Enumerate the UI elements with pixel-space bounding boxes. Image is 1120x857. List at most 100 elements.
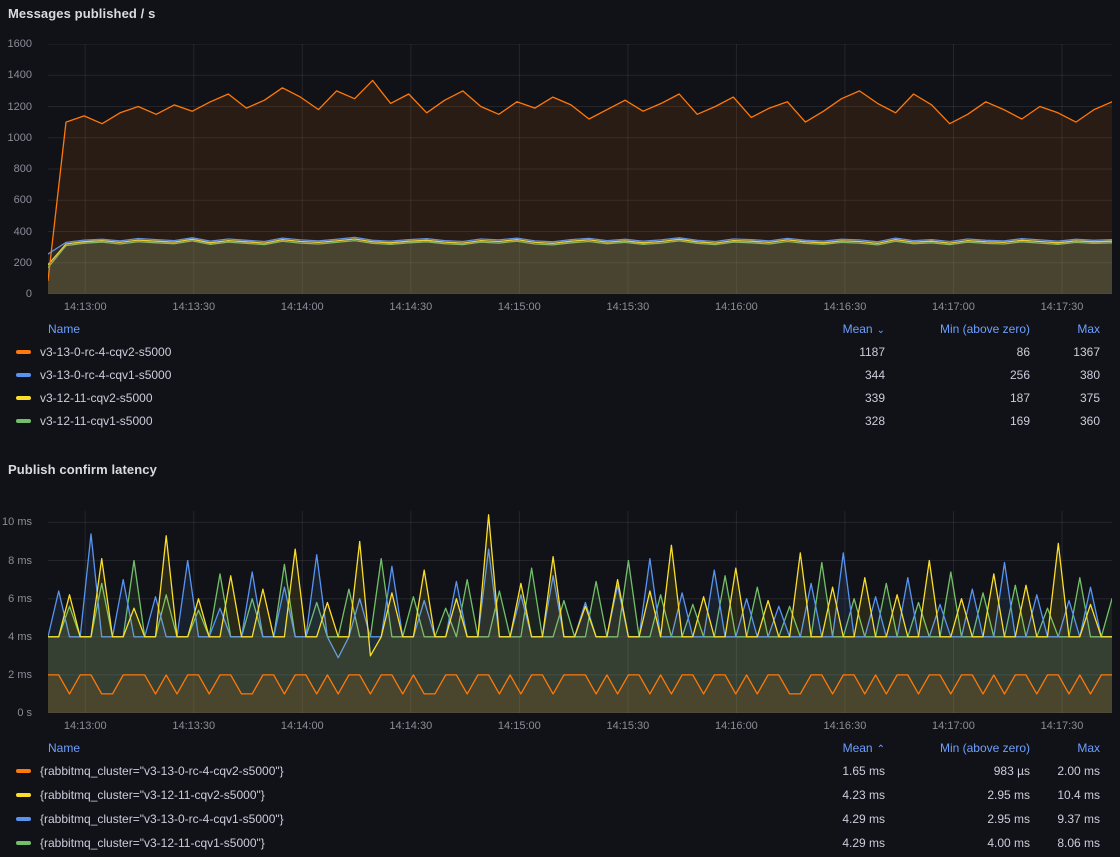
y-tick-label: 10 ms xyxy=(2,515,32,529)
x-tick-label: 14:14:00 xyxy=(262,719,342,733)
chart-canvas xyxy=(48,44,1112,294)
y-tick-label: 2 ms xyxy=(8,668,32,682)
timeseries-plot[interactable] xyxy=(48,511,1112,713)
legend-mean-value: 4.29 ms xyxy=(755,836,885,850)
legend-table: Name Mean⌄ Min (above zero) Max v3-13-0-… xyxy=(0,318,1120,432)
series-color-icon[interactable] xyxy=(16,769,31,773)
y-axis-labels: 0 s2 ms4 ms6 ms8 ms10 ms xyxy=(0,511,40,713)
legend-header: Name Mean⌄ Min (above zero) Max xyxy=(0,318,1120,340)
series-color-icon[interactable] xyxy=(16,350,31,354)
x-tick-label: 14:14:00 xyxy=(262,300,342,314)
x-tick-label: 14:13:30 xyxy=(154,719,234,733)
x-tick-label: 14:15:30 xyxy=(588,300,668,314)
legend-mean-value: 4.23 ms xyxy=(755,788,885,802)
timeseries-plot[interactable] xyxy=(48,44,1112,294)
y-tick-label: 0 xyxy=(26,287,32,301)
x-axis-labels: 14:13:0014:13:3014:14:0014:14:3014:15:00… xyxy=(48,300,1112,316)
series-color-icon[interactable] xyxy=(16,841,31,845)
y-tick-label: 800 xyxy=(14,162,32,176)
chart-canvas xyxy=(48,511,1112,713)
legend-row[interactable]: {rabbitmq_cluster="v3-12-11-cqv2-s5000"}… xyxy=(0,783,1120,807)
x-tick-label: 14:14:30 xyxy=(371,719,451,733)
legend-min-value: 169 xyxy=(885,414,1030,428)
y-tick-label: 600 xyxy=(14,193,32,207)
legend-series-name[interactable]: v3-12-11-cqv1-s5000 xyxy=(40,414,755,428)
legend-max-value: 1367 xyxy=(1030,345,1100,359)
legend-max-value: 10.4 ms xyxy=(1030,788,1100,802)
series-color-icon[interactable] xyxy=(16,396,31,400)
series-color-icon[interactable] xyxy=(16,793,31,797)
legend-mean-value: 1.65 ms xyxy=(755,764,885,778)
legend-rows: v3-13-0-rc-4-cqv2-s50001187861367v3-13-0… xyxy=(0,340,1120,432)
series-color-icon[interactable] xyxy=(16,373,31,377)
legend-header-mean-label: Mean xyxy=(843,322,873,336)
y-tick-label: 8 ms xyxy=(8,554,32,568)
legend-min-value: 2.95 ms xyxy=(885,788,1030,802)
legend-series-name[interactable]: {rabbitmq_cluster="v3-13-0-rc-4-cqv1-s50… xyxy=(40,812,755,826)
legend-max-value: 9.37 ms xyxy=(1030,812,1100,826)
x-tick-label: 14:13:00 xyxy=(45,719,125,733)
legend-row[interactable]: {rabbitmq_cluster="v3-13-0-rc-4-cqv1-s50… xyxy=(0,807,1120,831)
legend-series-name[interactable]: {rabbitmq_cluster="v3-12-11-cqv2-s5000"} xyxy=(40,788,755,802)
legend-min-value: 86 xyxy=(885,345,1030,359)
x-tick-label: 14:15:00 xyxy=(479,719,559,733)
legend-row[interactable]: v3-13-0-rc-4-cqv1-s5000344256380 xyxy=(0,363,1120,386)
legend-row[interactable]: v3-12-11-cqv1-s5000328169360 xyxy=(0,409,1120,432)
y-tick-label: 400 xyxy=(14,225,32,239)
legend-header-min[interactable]: Min (above zero) xyxy=(885,741,1030,755)
legend-max-value: 380 xyxy=(1030,368,1100,382)
legend-row[interactable]: v3-12-11-cqv2-s5000339187375 xyxy=(0,386,1120,409)
x-tick-label: 14:15:30 xyxy=(588,719,668,733)
legend-max-value: 8.06 ms xyxy=(1030,836,1100,850)
legend-mean-value: 1187 xyxy=(755,345,885,359)
legend-min-value: 187 xyxy=(885,391,1030,405)
legend-min-value: 4.00 ms xyxy=(885,836,1030,850)
legend-max-value: 360 xyxy=(1030,414,1100,428)
x-tick-label: 14:16:00 xyxy=(696,719,776,733)
legend-header-mean[interactable]: Mean⌄ xyxy=(755,322,885,336)
legend-header-mean-label: Mean xyxy=(843,741,873,755)
x-tick-label: 14:13:00 xyxy=(45,300,125,314)
x-tick-label: 14:14:30 xyxy=(371,300,451,314)
legend-series-name[interactable]: {rabbitmq_cluster="v3-13-0-rc-4-cqv2-s50… xyxy=(40,764,755,778)
series-color-icon[interactable] xyxy=(16,419,31,423)
y-tick-label: 0 s xyxy=(17,706,32,720)
legend-header-name[interactable]: Name xyxy=(48,741,755,755)
legend-rows: {rabbitmq_cluster="v3-13-0-rc-4-cqv2-s50… xyxy=(0,759,1120,855)
x-tick-label: 14:16:30 xyxy=(805,300,885,314)
legend-header-min[interactable]: Min (above zero) xyxy=(885,322,1030,336)
legend-row[interactable]: {rabbitmq_cluster="v3-13-0-rc-4-cqv2-s50… xyxy=(0,759,1120,783)
panel-title: Publish confirm latency xyxy=(8,462,157,477)
legend-table: Name Mean⌃ Min (above zero) Max {rabbitm… xyxy=(0,737,1120,855)
y-tick-label: 200 xyxy=(14,256,32,270)
legend-series-name[interactable]: v3-12-11-cqv2-s5000 xyxy=(40,391,755,405)
legend-series-name[interactable]: {rabbitmq_cluster="v3-12-11-cqv1-s5000"} xyxy=(40,836,755,850)
legend-series-name[interactable]: v3-13-0-rc-4-cqv1-s5000 xyxy=(40,368,755,382)
legend-header-mean[interactable]: Mean⌃ xyxy=(755,741,885,755)
legend-row[interactable]: {rabbitmq_cluster="v3-12-11-cqv1-s5000"}… xyxy=(0,831,1120,855)
x-axis-labels: 14:13:00 14:13:30 14:14:00 14:14:30 14:15:00… xyxy=(48,719,1112,735)
y-tick-label: 6 ms xyxy=(8,592,32,606)
series-color-icon[interactable] xyxy=(16,817,31,821)
legend-mean-value: 4.29 ms xyxy=(755,812,885,826)
legend-max-value: 375 xyxy=(1030,391,1100,405)
y-tick-label: 1000 xyxy=(8,131,32,145)
y-axis-labels: 02004006008001000120014001600 xyxy=(0,44,40,294)
legend-header-name[interactable]: Name xyxy=(48,322,755,336)
legend-max-value: 2.00 ms xyxy=(1030,764,1100,778)
x-tick-label: 14:17:00 xyxy=(913,300,993,314)
legend-row[interactable]: v3-13-0-rc-4-cqv2-s50001187861367 xyxy=(0,340,1120,363)
legend-min-value: 983 µs xyxy=(885,764,1030,778)
legend-header-max[interactable]: Max xyxy=(1030,322,1100,336)
legend-series-name[interactable]: v3-13-0-rc-4-cqv2-s5000 xyxy=(40,345,755,359)
dashboard: Messages published / s 02004006008001000… xyxy=(0,0,1120,857)
x-tick-label: 14:17:30 xyxy=(1022,300,1102,314)
legend-mean-value: 328 xyxy=(755,414,885,428)
y-tick-label: 4 ms xyxy=(8,630,32,644)
panel-messages-published: Messages published / s 02004006008001000… xyxy=(0,0,1120,447)
legend-header-max[interactable]: Max xyxy=(1030,741,1100,755)
y-tick-label: 1400 xyxy=(8,68,32,82)
legend-header: Name Mean⌃ Min (above zero) Max xyxy=(0,737,1120,759)
x-tick-label: 14:16:30 xyxy=(805,719,885,733)
x-tick-label: 14:17:00 xyxy=(913,719,993,733)
